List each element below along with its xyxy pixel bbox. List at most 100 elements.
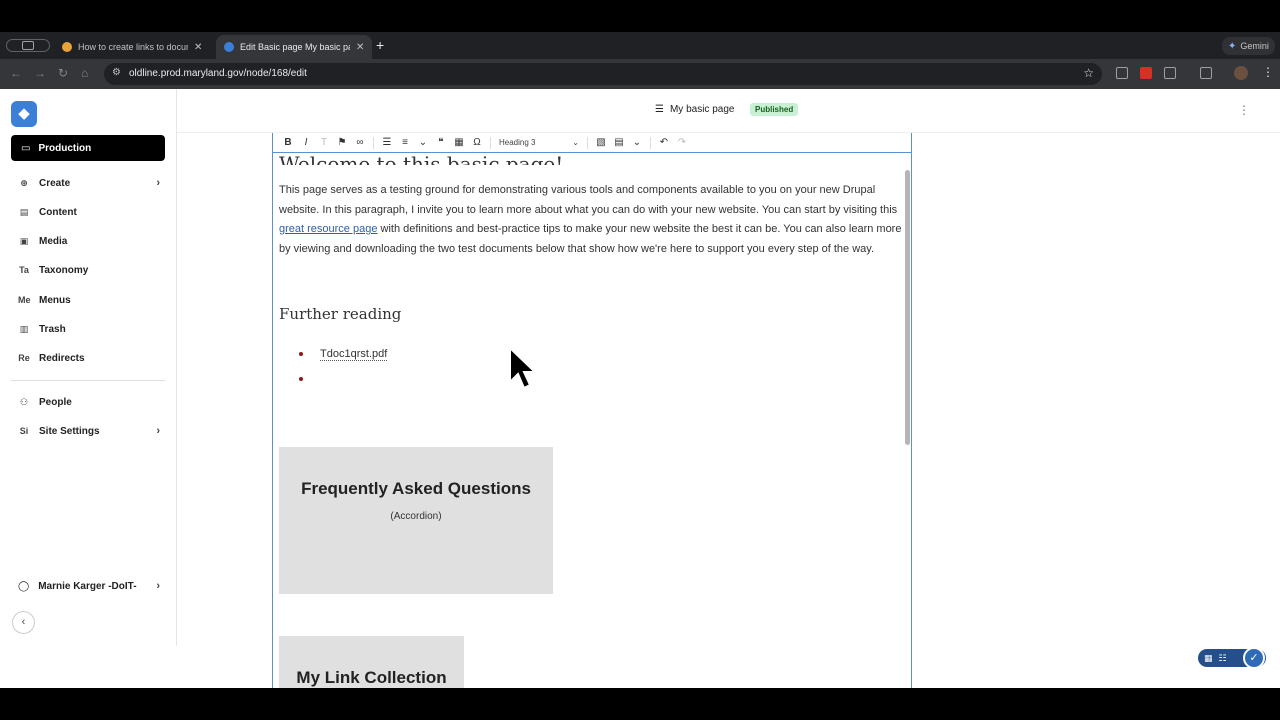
user-menu[interactable]: ◯ Marnie Karger -DoIT- › <box>18 577 160 595</box>
editor-content[interactable]: Welcome to this basic page! This page se… <box>279 141 904 398</box>
sidebar-item-label: People <box>39 396 72 408</box>
trash-icon: ▥ <box>19 323 29 334</box>
chevron-right-icon: › <box>156 177 160 189</box>
sidebar-item-label: Create <box>39 177 71 189</box>
taxonomy-icon: Ta <box>19 265 29 275</box>
browser-tab-bar: How to create links to docum ✕ Edit Basi… <box>0 32 1280 59</box>
sidebar-item-media[interactable]: ▣ Media <box>18 232 160 250</box>
tab-title: How to create links to docum <box>78 42 188 52</box>
sidebar-item-label: Content <box>39 206 77 218</box>
sidebar-item-label: Site Settings <box>39 425 100 437</box>
redirects-icon: Re <box>18 353 30 363</box>
content-icon: ▤ <box>19 206 29 217</box>
tab-search-button[interactable] <box>6 39 50 52</box>
sidebar-item-site-settings[interactable]: Si Site Settings › <box>18 422 160 440</box>
page: ◆ ▭ Production ⊕ Create › ▤ Content ▣ Me… <box>0 89 1280 688</box>
mouse-cursor-icon <box>509 346 538 390</box>
status-badge: Published <box>750 103 799 116</box>
sidebar-item-label: Media <box>39 235 68 247</box>
editor-scrollbar[interactable] <box>905 170 910 445</box>
sidebar-item-menus[interactable]: Me Menus <box>18 291 160 309</box>
back-icon[interactable]: ← <box>10 66 22 80</box>
chevron-right-icon: › <box>156 580 160 592</box>
sidebar-item-redirects[interactable]: Re Redirects <box>18 349 160 367</box>
home-icon[interactable]: ⌂ <box>81 66 88 80</box>
close-tab-icon[interactable]: ✕ <box>356 42 364 53</box>
sidebar-item-label: Menus <box>39 294 71 306</box>
list-item: Tdoc1qrst.pdf <box>299 348 904 373</box>
letterbox-top <box>0 0 1280 32</box>
page-title: My basic page <box>669 104 735 115</box>
forward-icon[interactable]: → <box>34 66 46 80</box>
people-icon: ⚇ <box>19 396 29 407</box>
sidebar-item-label: Taxonomy <box>39 264 89 276</box>
production-icon: ▭ <box>21 142 31 154</box>
rich-text-editor[interactable]: B I T ⚑ ∞ ☰ ≡ ⌄ ❝ ▦ Ω Heading 3 ⌄ ▧ ▤ ⌄ … <box>272 133 912 688</box>
favicon-icon <box>62 42 72 52</box>
side-panel-icon[interactable] <box>1200 67 1212 79</box>
sidebar-divider <box>11 380 165 381</box>
accessibility-widget[interactable]: ▦ ☷ ✓ <box>1198 647 1266 669</box>
new-tab-button[interactable]: + <box>376 37 384 53</box>
sidebar-item-create[interactable]: ⊕ Create › <box>18 174 160 192</box>
link-collection-title: My Link Collection <box>296 668 447 687</box>
sidebar-item-label: Production <box>38 142 92 154</box>
sidebar-item-label: Trash <box>39 323 66 335</box>
intro-text-before-link: This page serves as a testing ground for… <box>279 184 898 216</box>
tab-overview-icon <box>22 41 34 50</box>
gemini-sparkle-icon: ✦ <box>1228 40 1237 52</box>
url-text[interactable]: oldline.prod.maryland.gov/node/168/edit <box>129 68 307 79</box>
further-reading-list: Tdoc1qrst.pdf <box>299 348 904 398</box>
plus-circle-icon: ⊕ <box>20 177 28 188</box>
check-icon[interactable]: ✓ <box>1243 647 1265 669</box>
sidebar-item-trash[interactable]: ▥ Trash <box>18 320 160 338</box>
intro-paragraph: This page serves as a testing ground for… <box>279 181 904 259</box>
sidebar-item-people[interactable]: ⚇ People <box>18 393 160 411</box>
faq-title: Frequently Asked Questions <box>301 479 531 498</box>
sidebar-item-content[interactable]: ▤ Content <box>18 203 160 221</box>
collapse-sidebar-button[interactable]: ‹ <box>12 611 35 634</box>
faq-accordion-block[interactable]: Frequently Asked Questions (Accordion) <box>279 447 553 594</box>
resource-page-link[interactable]: great resource page <box>279 223 377 235</box>
close-tab-icon[interactable]: ✕ <box>194 42 202 53</box>
tab-title: Edit Basic page My basic pag <box>240 42 350 52</box>
browser-tab-edit[interactable]: Edit Basic page My basic pag ✕ <box>216 35 373 59</box>
browser-tab-docs[interactable]: How to create links to docum ✕ <box>54 35 210 59</box>
browser-toolbar: ← → ↻ ⌂ ⚙ oldline.prod.maryland.gov/node… <box>0 59 1280 89</box>
extensions-puzzle-icon[interactable] <box>1164 67 1176 79</box>
profile-avatar[interactable] <box>1234 66 1248 80</box>
menus-icon: Me <box>18 295 31 305</box>
media-icon: ▣ <box>19 235 29 246</box>
page-topbar: ☰ My basic page Published ⋮ <box>177 89 1280 133</box>
checklist-icon: ☷ <box>1218 652 1227 663</box>
user-name: Marnie Karger -DoIT- <box>38 580 137 592</box>
document-link[interactable]: Tdoc1qrst.pdf <box>320 348 388 361</box>
chevron-right-icon: › <box>156 425 160 437</box>
site-info-icon[interactable]: ⚙ <box>112 67 125 80</box>
page-actions-icon[interactable]: ⋮ <box>1238 103 1250 117</box>
sidebar-item-label: Redirects <box>39 352 85 364</box>
reload-icon[interactable]: ↻ <box>58 66 68 80</box>
admin-sidebar: ◆ ▭ Production ⊕ Create › ▤ Content ▣ Me… <box>0 89 177 646</box>
extension-icon[interactable] <box>1116 67 1128 79</box>
drupal-logo-icon[interactable]: ◆ <box>11 101 37 127</box>
user-icon: ◯ <box>18 580 30 592</box>
list-item[interactable] <box>299 373 904 398</box>
extension-red-icon[interactable] <box>1140 67 1152 79</box>
link-collection-block[interactable]: My Link Collection <box>279 636 464 688</box>
gemini-label: Gemini <box>1240 41 1269 51</box>
document-title: ☰ My basic page <box>655 104 734 115</box>
faq-subtitle: (Accordion) <box>390 511 442 522</box>
sidebar-item-taxonomy[interactable]: Ta Taxonomy <box>18 261 160 279</box>
sidebar-item-production[interactable]: ▭ Production <box>11 135 165 161</box>
welcome-heading: Welcome to this basic page! <box>279 152 564 165</box>
site-settings-icon: Si <box>19 426 29 436</box>
browser-menu-icon[interactable]: ⋮ <box>1262 65 1274 79</box>
bookmark-star-icon[interactable]: ☆ <box>1083 66 1094 80</box>
further-reading-heading: Further reading <box>279 305 402 323</box>
database-icon: ☰ <box>655 104 664 115</box>
gemini-button[interactable]: ✦ Gemini <box>1222 37 1275 55</box>
address-bar[interactable]: ⚙ oldline.prod.maryland.gov/node/168/edi… <box>104 63 1102 85</box>
drupal-favicon-icon <box>224 42 234 52</box>
letterbox-bottom <box>0 688 1280 720</box>
